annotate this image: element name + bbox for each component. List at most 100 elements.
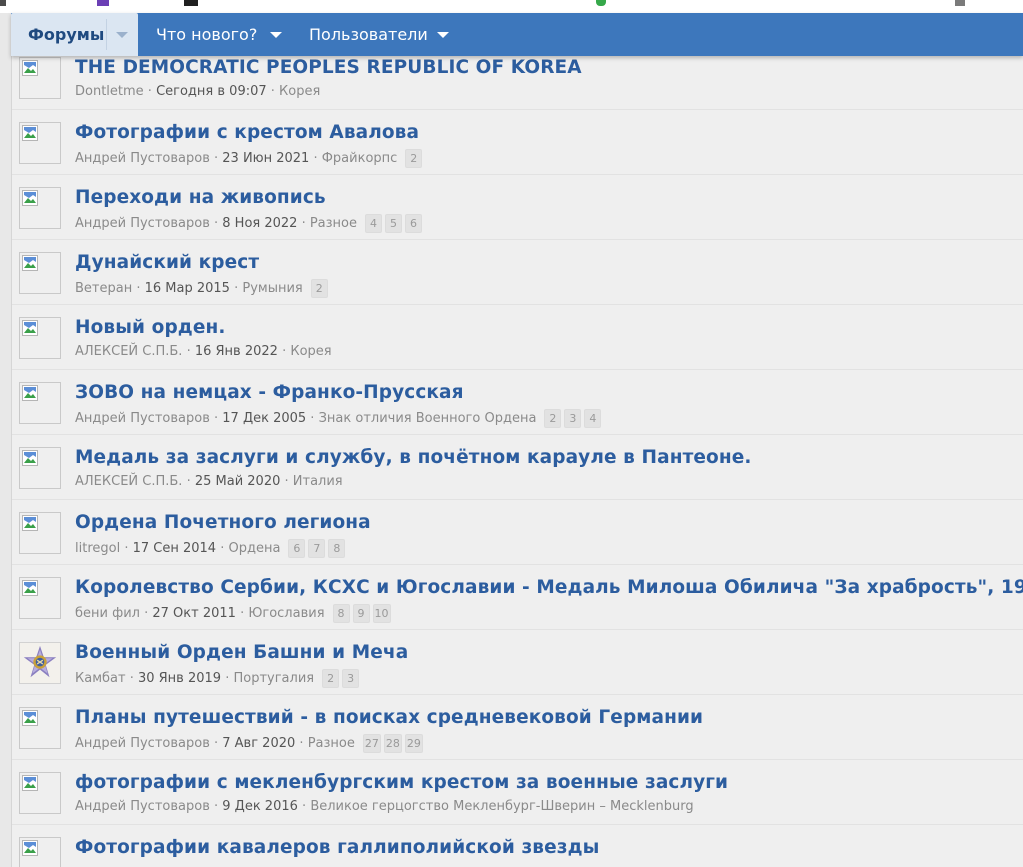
page-link[interactable]: 29 [404,734,423,753]
tab-members[interactable]: Пользователи [309,13,459,56]
author-link[interactable]: Андрей Пустоваров [75,216,210,231]
forum-link[interactable]: Италия [293,474,343,489]
forum-link[interactable]: Корея [279,84,320,99]
page-link[interactable]: 3 [342,669,360,688]
page-link[interactable]: 6 [405,214,423,233]
thread-date[interactable]: 16 Мар 2015 [145,281,230,296]
thread-title-link[interactable]: Новый орден. [75,317,225,338]
avatar[interactable] [19,122,61,164]
forum-link[interactable]: Разное [310,216,357,231]
avatar[interactable] [19,642,61,684]
page-link[interactable]: 2 [544,409,562,428]
page-link[interactable]: 27 [362,734,381,753]
forum-link[interactable]: Ордена [228,541,280,556]
forum-link[interactable]: Югославия [248,606,324,621]
page-link[interactable]: 9 [352,604,370,623]
author-link[interactable]: Андрей Пустоваров [75,411,210,426]
author-link[interactable]: litregol [75,541,120,556]
tab-forums[interactable]: Форумы [11,13,138,56]
page-link[interactable]: 7 [308,539,326,558]
forum-link[interactable]: Румыния [242,281,302,296]
thread-date[interactable]: 17 Сен 2014 [133,541,216,556]
page-link[interactable]: 28 [383,734,402,753]
thread-title-link[interactable]: Планы путешествий - в поисках средневеко… [75,707,703,728]
page-link[interactable]: 6 [288,539,306,558]
author-link[interactable]: Андрей Пустоваров [75,799,210,814]
avatar[interactable] [19,837,61,867]
page-link[interactable]: 2 [310,279,328,298]
thread-title-link[interactable]: Фотографии кавалеров галлиполийской звез… [75,837,599,858]
thread-date[interactable]: 25 Май 2020 [195,474,281,489]
chevron-down-icon[interactable] [270,32,282,38]
thread-title-link[interactable]: Военный Орден Башни и Меча [75,642,408,663]
thread-meta: АЛЕКСЕЙ С.П.Б. · 16 Янв 2022 · Корея [75,344,332,359]
thread-date[interactable]: 30 Янв 2019 [138,671,221,686]
browser-top-strip [0,0,1023,13]
page-link[interactable]: 3 [564,409,582,428]
thread-title-link[interactable]: Фотографии с крестом Авалова [75,122,419,143]
forum-link[interactable]: Разное [308,736,355,751]
avatar[interactable] [19,512,61,554]
broken-image-icon [22,320,38,336]
chevron-down-icon[interactable] [437,32,449,38]
broken-image-icon [22,840,38,856]
thread-row: Планы путешествий - в поисках средневеко… [12,695,1023,760]
toolbar-icon [97,0,109,6]
thread-title-link[interactable]: ЗОВО на немцах - Франко-Прусская [75,382,464,403]
author-link[interactable]: АЛЕКСЕЙ С.П.Б. [75,474,182,489]
avatar[interactable] [19,57,61,99]
page-link[interactable]: 2 [322,669,340,688]
forum-link[interactable]: Корея [290,344,331,359]
thread-date[interactable]: 9 Дек 2016 [222,799,298,814]
author-link[interactable]: бени фил [75,606,140,621]
avatar[interactable] [19,577,61,619]
page-link[interactable]: 10 [372,604,391,623]
forum-link[interactable]: Португалия [233,671,314,686]
page-link[interactable]: 5 [385,214,403,233]
author-link[interactable]: Андрей Пустоваров [75,736,210,751]
forum-link[interactable]: Фрайкорпс [322,151,398,166]
tab-whats-new[interactable]: Что нового? [156,13,291,56]
author-link[interactable]: Dontletme [75,84,144,99]
page-link[interactable]: 4 [365,214,383,233]
page-link[interactable]: 4 [584,409,602,428]
thread-title-link[interactable]: THE DEMOCRATIC PEOPLES REPUBLIC OF KOREA [75,57,582,78]
page-link[interactable]: 8 [328,539,346,558]
thread-meta: Камбат · 30 Янв 2019 · Португалия 2 3 [75,669,360,688]
author-link[interactable]: Ветеран [75,281,132,296]
author-link[interactable]: АЛЕКСЕЙ С.П.Б. [75,344,182,359]
thread-date[interactable]: 27 Окт 2011 [152,606,236,621]
avatar[interactable] [19,317,61,359]
thread-date[interactable]: Сегодня в 09:07 [156,84,267,99]
avatar[interactable] [19,707,61,749]
thread-list: THE DEMOCRATIC PEOPLES REPUBLIC OF KOREA… [11,56,1023,867]
avatar[interactable] [19,187,61,229]
tab-divider [106,19,107,50]
thread-date[interactable]: 7 Авг 2020 [222,736,295,751]
thread-title-link[interactable]: Дунайский крест [75,252,259,273]
page-link[interactable]: 2 [405,149,423,168]
forum-link[interactable]: Знак отличия Военного Ордена [319,411,537,426]
forum-link[interactable]: Великое герцогство Мекленбург-Шверин – M… [310,799,693,814]
thread-title-link[interactable]: Переходи на живопись [75,187,326,208]
chevron-down-icon[interactable] [116,32,128,38]
avatar[interactable] [19,252,61,294]
thread-title-link[interactable]: Ордена Почетного легиона [75,512,371,533]
avatar[interactable] [19,447,61,489]
thread-title-link[interactable]: Медаль за заслуги и службу, в почётном к… [75,447,752,468]
thread-date[interactable]: 17 Дек 2005 [222,411,306,426]
thread-title-link[interactable]: фотографии с мекленбургским крестом за в… [75,772,728,793]
broken-image-icon [22,60,38,76]
thread-title-link[interactable]: Королевство Сербии, КСХС и Югославии - М… [75,577,1023,598]
page-jump-links: 27 28 29 [362,734,423,753]
page-link[interactable]: 8 [332,604,350,623]
avatar[interactable] [19,382,61,424]
thread-date[interactable]: 16 Янв 2022 [195,344,278,359]
author-link[interactable]: Андрей Пустоваров [75,151,210,166]
thread-date[interactable]: 8 Ноя 2022 [222,216,297,231]
author-link[interactable]: Камбат [75,671,126,686]
thread-row: ЗОВО на немцах - Франко-Прусская Андрей П… [12,370,1023,435]
thread-date[interactable]: 23 Июн 2021 [222,151,309,166]
avatar[interactable] [19,772,61,814]
thread-row: Фотографии с крестом Авалова Андрей Пусто… [12,110,1023,175]
